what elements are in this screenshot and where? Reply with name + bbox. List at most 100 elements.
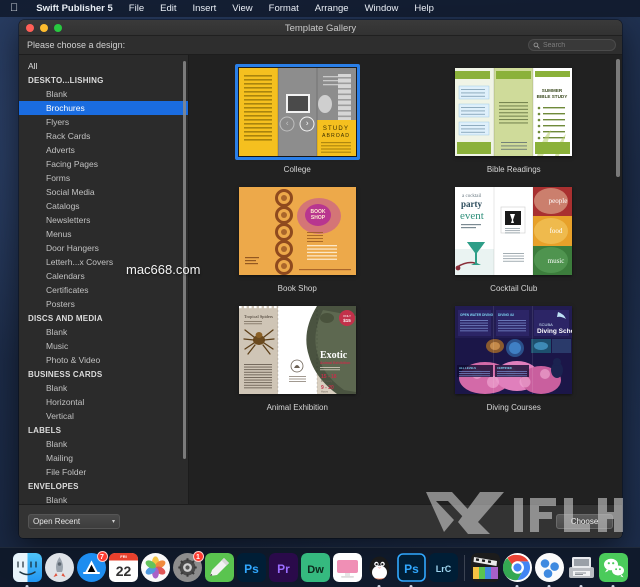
dock-item-app-store[interactable]: 7 [77,553,106,582]
dock-badge: 1 [193,551,204,562]
svg-text:$15: $15 [343,318,351,323]
sidebar-item-brochures[interactable]: Brochures [19,101,188,115]
svg-text:22: 22 [115,563,131,579]
dock-item-finder[interactable] [13,553,42,582]
sidebar-item-rack-cards[interactable]: Rack Cards [19,129,188,143]
sidebar-item-blank[interactable]: Blank [19,381,188,395]
template-name-label: Diving Courses [487,403,541,412]
template-thumbnail[interactable]: BOOK SHOP [235,183,360,279]
chevron-left-icon[interactable]: ‹ [280,116,295,131]
sidebar-item-blank[interactable]: Blank [19,325,188,339]
sidebar-item-door-hangers[interactable]: Door Hangers [19,241,188,255]
dock-item-downloads-folder[interactable] [567,553,596,582]
menu-item-app[interactable]: Swift Publisher 5 [28,3,121,14]
sidebar-item-flyers[interactable]: Flyers [19,115,188,129]
dock-item-final-cut-pro[interactable] [471,553,500,582]
template-card[interactable]: people food music a cocktail party event… [406,183,623,293]
menu-item-window[interactable]: Window [357,3,407,14]
template-card[interactable]: STUDY ABROAD ‹›College [189,64,406,174]
template-card[interactable]: SUMMER BIBLE STUDY Bible Readings [406,64,623,174]
menu-item-format[interactable]: Format [261,3,307,14]
template-card[interactable]: OPEN WATER DIVING DIVING 4U SCUBA Diving… [406,302,623,412]
sidebar-item-blank[interactable]: Blank [19,87,188,101]
sidebar-item-adverts[interactable]: Adverts [19,143,188,157]
svg-text:OPEN WATER DIVING: OPEN WATER DIVING [460,313,494,317]
sidebar-item-photo-video[interactable]: Photo & Video [19,353,188,367]
dock-item-baidu-netdisk[interactable] [535,553,564,582]
dock-item-premiere-pro[interactable]: Pr [269,553,298,582]
template-thumbnail[interactable]: OPEN WATER DIVING DIVING 4U SCUBA Diving… [451,302,576,398]
sidebar-item-forms[interactable]: Forms [19,171,188,185]
menu-item-file[interactable]: File [121,3,152,14]
sidebar-item-facing-pages[interactable]: Facing Pages [19,157,188,171]
open-recent-dropdown[interactable]: Open Recent ▾ [28,514,120,529]
dock-item-photoshop-cc[interactable]: Ps [237,553,266,582]
template-grid: STUDY ABROAD ‹›College SUMMER BIBLE STUD… [189,55,622,421]
sidebar-item-certificates[interactable]: Certificates [19,283,188,297]
menu-item-edit[interactable]: Edit [152,3,184,14]
menu-item-insert[interactable]: Insert [184,3,224,14]
svg-text:music: music [548,257,565,265]
dock-item-qq[interactable] [365,553,394,582]
sidebar-item-social-media[interactable]: Social Media [19,185,188,199]
svg-text:Animal Exhibition: Animal Exhibition [320,361,350,365]
dock-item-dreamweaver[interactable]: Dw [301,553,330,582]
svg-text:CERTIFIED: CERTIFIED [497,366,512,370]
svg-text:party: party [461,199,482,209]
svg-text:BIBLE STUDY: BIBLE STUDY [537,94,568,99]
sidebar-item-newsletters[interactable]: Newsletters [19,213,188,227]
sidebar-item-file-folder[interactable]: File Folder [19,465,188,479]
dock-item-calendar[interactable]: FRI22 [109,553,138,582]
search-field[interactable] [528,39,616,51]
template-thumbnail-art: BOOK SHOP [239,187,356,275]
sidebar-item-menus[interactable]: Menus [19,227,188,241]
template-thumbnail[interactable]: STUDY ABROAD ‹› [235,64,360,160]
window-body: AllDESKTO...LISHINGBlankBrochuresFlyersR… [19,55,622,504]
sidebar-item-catalogs[interactable]: Catalogs [19,199,188,213]
search-input[interactable] [543,42,611,49]
sidebar-item-calendars[interactable]: Calendars [19,269,188,283]
sidebar-item-blank[interactable]: Blank [19,437,188,451]
chevron-right-icon[interactable]: › [300,116,315,131]
window-titlebar[interactable]: Template Gallery [19,20,622,36]
template-card[interactable]: BOOK SHOP Book Shop [189,183,406,293]
menu-item-view[interactable]: View [224,3,260,14]
sidebar-scrollbar-thumb[interactable] [183,61,187,459]
dock-item-photoshop-active[interactable]: Ps [397,553,426,582]
svg-text:February: February [321,379,333,383]
template-thumbnail[interactable]: Tropical Spiders ONLY $15 Exotic Animal … [235,302,360,398]
sidebar-item-mailing[interactable]: Mailing [19,451,188,465]
dock-item-imac-app[interactable] [333,553,362,582]
dock-item-notes[interactable] [205,553,234,582]
sidebar-item-all[interactable]: All [19,59,188,73]
template-thumbnail-art: SUMMER BIBLE STUDY [455,68,572,156]
qq-icon [365,553,394,582]
dock-item-google-chrome[interactable] [503,553,532,582]
dock-item-launchpad[interactable] [45,553,74,582]
sidebar-item-horizontal[interactable]: Horizontal [19,395,188,409]
template-card[interactable]: Tropical Spiders ONLY $15 Exotic Animal … [189,302,406,412]
template-thumbnail[interactable]: SUMMER BIBLE STUDY [451,64,576,160]
svg-text:SCUBA: SCUBA [539,322,553,327]
sidebar-item-letterh-x-covers[interactable]: Letterh...x Covers [19,255,188,269]
template-thumbnail[interactable]: people food music a cocktail party event [451,183,576,279]
template-thumbnail-art: people food music a cocktail party event [455,187,572,275]
sidebar-item-vertical[interactable]: Vertical [19,409,188,423]
content-scrollbar-thumb[interactable] [616,59,620,177]
dock-item-lightroom-classic[interactable]: LrC [429,553,458,582]
dock-item-wechat[interactable] [599,553,628,582]
chevron-down-icon: ▾ [112,518,115,525]
menu-item-help[interactable]: Help [406,3,442,14]
window-title: Template Gallery [19,23,622,34]
sidebar-item-music[interactable]: Music [19,339,188,353]
menu-item-arrange[interactable]: Arrange [307,3,357,14]
apple-icon[interactable]:  [8,3,28,15]
category-sidebar[interactable]: AllDESKTO...LISHINGBlankBrochuresFlyersR… [19,55,189,504]
sidebar-item-posters[interactable]: Posters [19,297,188,311]
premiere-pro-icon: Pr [269,553,298,582]
dock-item-photos[interactable] [141,553,170,582]
choose-button[interactable]: Choose [556,514,613,529]
sidebar-item-blank[interactable]: Blank [19,493,188,504]
dock-item-system-preferences[interactable]: 1 [173,553,202,582]
finder-icon [13,553,42,582]
